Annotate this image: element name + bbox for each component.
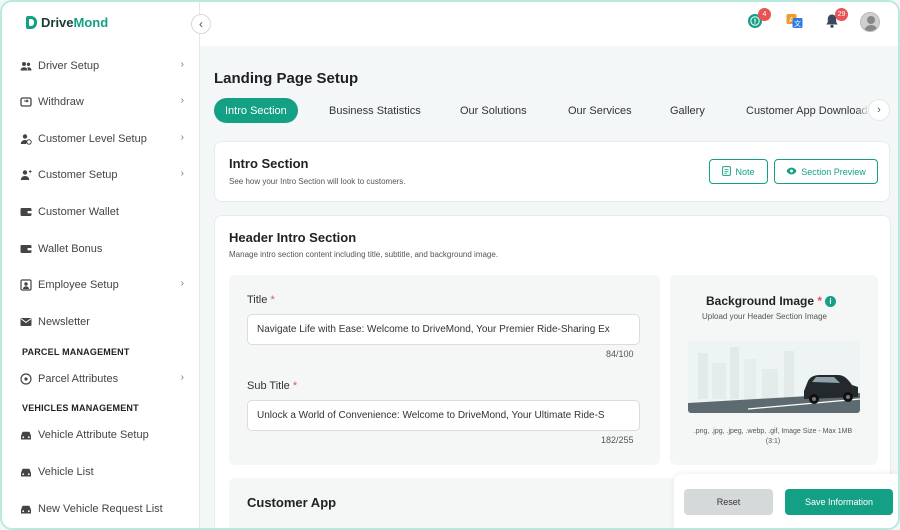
chevron-right-icon: › <box>180 372 184 383</box>
tab-business-statistics[interactable]: Business Statistics <box>329 98 421 123</box>
chevron-right-icon: › <box>180 95 184 106</box>
app-window: DriveMond Driver Setup › Withdraw › Cust… <box>0 0 900 530</box>
car-gear-icon <box>20 429 32 441</box>
background-image-subtitle: Upload your Header Section Image <box>702 312 827 321</box>
alert-badge: 4 <box>758 8 771 21</box>
header-intro-title: Header Intro Section <box>229 230 357 245</box>
title-input[interactable]: Navigate Life with Ease: Welcome to Driv… <box>247 314 640 345</box>
wallet-bonus-icon <box>20 243 32 255</box>
sidebar-item-driver-setup[interactable]: Driver Setup › <box>20 55 188 77</box>
intro-section-subtitle: See how your Intro Section will look to … <box>229 177 406 186</box>
avatar[interactable] <box>860 12 880 32</box>
car-request-icon <box>20 503 32 515</box>
save-information-button[interactable]: Save Information <box>785 489 893 515</box>
wallet-swap-icon <box>20 96 32 108</box>
header-intro-subtitle: Manage intro section content including t… <box>229 250 499 259</box>
page-title: Landing Page Setup <box>214 70 359 87</box>
intro-section-title: Intro Section <box>229 156 309 171</box>
chevron-right-icon: › <box>180 168 184 179</box>
reset-button[interactable]: Reset <box>684 489 773 515</box>
id-card-icon <box>20 279 32 291</box>
section-tabs: Intro Section Business Statistics Our So… <box>214 98 890 124</box>
parcel-icon <box>20 373 32 385</box>
sidebar-item-parcel-attributes[interactable]: Parcel Attributes › <box>20 368 188 390</box>
notification-badge: 29 <box>835 8 848 21</box>
sidebar-item-wallet-bonus[interactable]: Wallet Bonus <box>20 238 188 260</box>
logo-icon <box>26 16 37 29</box>
background-image-hint: .png, .jpg, .jpeg, .webp, .gif, Image Si… <box>693 428 853 445</box>
text-fields-panel <box>229 275 660 465</box>
notifications-button[interactable]: 29 <box>823 8 848 32</box>
user-level-icon <box>20 133 32 145</box>
background-image-upload[interactable] <box>688 341 860 413</box>
alert-button[interactable]: 4 <box>746 8 771 32</box>
title-char-counter: 84/100 <box>606 349 634 359</box>
sidebar-item-vehicle-list[interactable]: Vehicle List <box>20 461 188 483</box>
sidebar-item-new-vehicle-request-list[interactable]: New Vehicle Request List <box>20 498 188 520</box>
subtitle-char-counter: 182/255 <box>601 435 634 445</box>
car-image <box>688 341 860 413</box>
note-button[interactable]: Note <box>709 159 768 184</box>
title-label: Title * <box>247 294 275 306</box>
sidebar-item-withdraw[interactable]: Withdraw › <box>20 91 188 113</box>
sidebar-item-employee-setup[interactable]: Employee Setup › <box>20 274 188 296</box>
background-image-title: Background Image * i <box>706 294 837 308</box>
sidebar-item-customer-setup[interactable]: Customer Setup › <box>20 164 188 186</box>
sidebar-item-customer-wallet[interactable]: Customer Wallet <box>20 201 188 223</box>
brand-name: DriveMond <box>41 15 109 30</box>
mail-icon <box>20 316 32 328</box>
users-icon <box>20 60 32 72</box>
language-button[interactable]: A文 <box>785 13 803 34</box>
top-bar: 4 A文 29 <box>200 2 898 46</box>
chevron-right-icon: › <box>180 59 184 70</box>
tab-our-solutions[interactable]: Our Solutions <box>460 98 527 123</box>
chevron-right-icon: › <box>180 278 184 289</box>
svg-text:文: 文 <box>794 18 801 27</box>
brand-logo[interactable]: DriveMond <box>26 15 108 30</box>
sidebar-item-customer-level-setup[interactable]: Customer Level Setup › <box>20 128 188 150</box>
tab-our-services[interactable]: Our Services <box>568 98 632 123</box>
tab-gallery[interactable]: Gallery <box>670 98 705 123</box>
section-heading-parcel: PARCEL MANAGEMENT <box>22 347 130 357</box>
section-heading-vehicles: VEHICLES MANAGEMENT <box>22 403 139 413</box>
subtitle-label: Sub Title * <box>247 380 298 392</box>
sidebar: DriveMond Driver Setup › Withdraw › Cust… <box>2 2 200 528</box>
tab-intro-section[interactable]: Intro Section <box>214 98 298 123</box>
sidebar-item-newsletter[interactable]: Newsletter <box>20 311 188 333</box>
wallet-icon <box>20 206 32 218</box>
chevron-right-icon: › <box>180 132 184 143</box>
sidebar-collapse-button[interactable]: ‹ <box>191 14 211 34</box>
note-icon <box>722 165 732 178</box>
customer-app-title: Customer App <box>247 495 337 510</box>
eye-icon <box>786 167 797 177</box>
tabs-scroll-right-button[interactable]: › <box>868 99 890 121</box>
chevron-left-icon: ‹ <box>199 17 203 31</box>
sidebar-item-vehicle-attribute-setup[interactable]: Vehicle Attribute Setup <box>20 424 188 446</box>
car-icon <box>20 466 32 478</box>
section-preview-button[interactable]: Section Preview <box>774 159 878 184</box>
subtitle-input[interactable]: Unlock a World of Convenience: Welcome t… <box>247 400 640 431</box>
user-gear-icon <box>20 169 32 181</box>
info-icon[interactable]: i <box>825 296 837 307</box>
translate-icon: A文 <box>786 13 803 34</box>
chevron-right-icon: › <box>877 104 881 116</box>
tab-customer-app-download[interactable]: Customer App Download <box>746 98 868 123</box>
